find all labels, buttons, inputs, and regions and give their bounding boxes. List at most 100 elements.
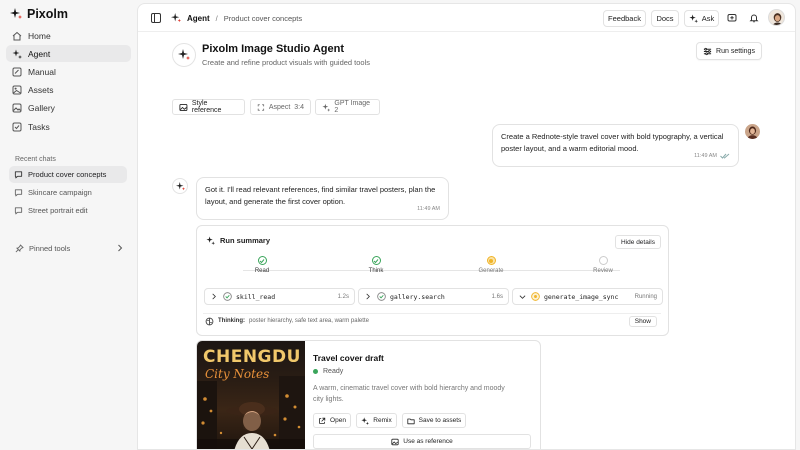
feedback-label: Feedback (608, 14, 641, 23)
home-icon (11, 30, 22, 41)
gallery-icon (11, 102, 22, 113)
tool-call-generate-image[interactable]: generate_image_sync Running (512, 288, 663, 305)
aspect-chip[interactable]: Aspect 3:4 (250, 99, 311, 115)
sidebar-item-tasks[interactable]: Tasks (6, 118, 131, 135)
tool-call-gallery-search[interactable]: gallery.search 1.6s (358, 288, 509, 305)
step-think: Think (360, 256, 392, 274)
message-time: 11:49 AM (694, 152, 717, 159)
style-reference-chip[interactable]: Style reference (172, 99, 245, 115)
tool-name: skill_read (236, 292, 276, 301)
docs-label: Docs (656, 14, 674, 23)
remix-icon (361, 416, 370, 425)
remix-label: Remix (373, 417, 392, 424)
sidebar-item-label: Assets (28, 84, 54, 95)
remix-button[interactable]: Remix (356, 413, 397, 428)
chevron-right-icon (117, 244, 123, 252)
draft-card: CHENGDU City Notes Travel cover draft Re… (196, 340, 541, 449)
sidebar-toggle-icon[interactable] (151, 13, 161, 23)
chevron-right-icon (212, 293, 216, 300)
ask-button[interactable]: Ask (684, 10, 719, 27)
sliders-icon (703, 47, 712, 55)
breadcrumb: Agent / Product cover concepts (171, 13, 302, 23)
tool-call-skill-read[interactable]: skill_read 1.2s (204, 288, 355, 305)
brain-icon (205, 317, 214, 325)
sparkle-icon (206, 236, 215, 245)
sidebar-item-label: Tasks (28, 121, 50, 132)
save-to-assets-button[interactable]: Save to assets (402, 413, 466, 428)
check-icon (257, 256, 267, 265)
hide-details-button[interactable]: Hide details (615, 235, 661, 249)
poster-thumbnail[interactable]: CHENGDU City Notes (197, 341, 305, 449)
chat-bubble-icon (14, 188, 23, 197)
run-settings-label: Run settings (716, 47, 755, 55)
agent-avatar (172, 43, 196, 67)
tool-status: Running (634, 293, 657, 300)
sparkle-icon (11, 48, 22, 59)
manual-icon (11, 66, 22, 77)
main-panel: Agent / Product cover concepts Feedback … (137, 3, 796, 450)
show-thinking-button[interactable]: Show (628, 315, 657, 327)
open-button[interactable]: Open (313, 413, 351, 428)
chevron-right-icon (366, 293, 370, 300)
breadcrumb-separator: / (215, 13, 218, 23)
agent-message-avatar (172, 178, 188, 194)
step-label: Review (593, 268, 613, 274)
bell-icon[interactable] (749, 13, 759, 23)
user-message: Create a Rednote-style travel cover with… (492, 124, 739, 167)
feedback-button[interactable]: Feedback (603, 10, 646, 27)
use-as-reference-label: Use as reference (403, 438, 453, 445)
sparkle-icon (171, 13, 181, 23)
use-as-reference-button[interactable]: Use as reference (313, 434, 531, 449)
thinking-row: Thinking: poster hierarchy, safe text ar… (203, 313, 661, 328)
image-icon (179, 103, 188, 111)
recent-chat-item[interactable]: Skincare campaign (9, 184, 127, 201)
poster-title: CHENGDU (203, 347, 301, 367)
run-summary-title: Run summary (220, 236, 271, 245)
app-name: Pixolm (27, 7, 68, 21)
sidebar-item-gallery[interactable]: Gallery (6, 99, 131, 116)
sparkle-icon (178, 49, 190, 60)
pin-icon (15, 243, 24, 253)
chat-item-label: Skincare campaign (28, 188, 92, 197)
sidebar-item-home[interactable]: Home (6, 27, 131, 44)
sidebar-item-label: Agent (28, 48, 51, 59)
run-settings-button[interactable]: Run settings (696, 42, 762, 60)
tool-name: generate_image_sync (544, 292, 619, 301)
model-label: GPT Image 2 (334, 100, 371, 114)
step-generate: Generate (469, 256, 513, 274)
agent-title: Pixolm Image Studio Agent (202, 43, 344, 55)
app-logo[interactable]: Pixolm (10, 7, 68, 21)
tool-name: gallery.search (390, 292, 445, 301)
draft-title: Travel cover draft (313, 353, 384, 363)
check-icon (371, 256, 381, 265)
chat-item-label: Product cover concepts (28, 170, 107, 179)
pinned-tools-toggle[interactable]: Pinned tools (15, 242, 123, 254)
new-chat-icon[interactable] (727, 13, 737, 23)
user-message-meta: 11:49 AM (694, 151, 730, 163)
model-chip[interactable]: GPT Image 2 (315, 99, 380, 115)
ask-label: Ask (701, 14, 715, 23)
sidebar-item-agent[interactable]: Agent (6, 45, 131, 62)
recent-chat-item[interactable]: Product cover concepts (9, 166, 127, 183)
draft-status: Ready (313, 368, 343, 375)
sidebar-item-manual[interactable]: Manual (6, 63, 131, 80)
breadcrumb-agent[interactable]: Agent (187, 14, 210, 23)
assets-icon (11, 84, 22, 95)
sidebar-item-assets[interactable]: Assets (6, 81, 131, 98)
double-check-icon (720, 153, 730, 159)
pending-dot-icon (598, 256, 608, 265)
step-label: Generate (478, 268, 504, 274)
aspect-label: Aspect (268, 103, 291, 111)
thinking-label: Thinking: (218, 318, 245, 324)
progress-track (243, 270, 620, 271)
check-circle-icon (223, 292, 232, 301)
run-summary-panel: Run summary Hide details Read Think Gene… (196, 225, 669, 336)
agent-subtitle: Create and refine product visuals with g… (202, 58, 371, 67)
docs-button[interactable]: Docs (651, 10, 679, 27)
recent-chat-item[interactable]: Street portrait edit (9, 202, 127, 219)
save-label: Save to assets (418, 417, 462, 424)
avatar[interactable] (768, 9, 785, 26)
aspect-value: 3:4 (294, 103, 304, 111)
sidebar-item-label: Manual (28, 66, 56, 77)
open-label: Open (330, 417, 346, 424)
